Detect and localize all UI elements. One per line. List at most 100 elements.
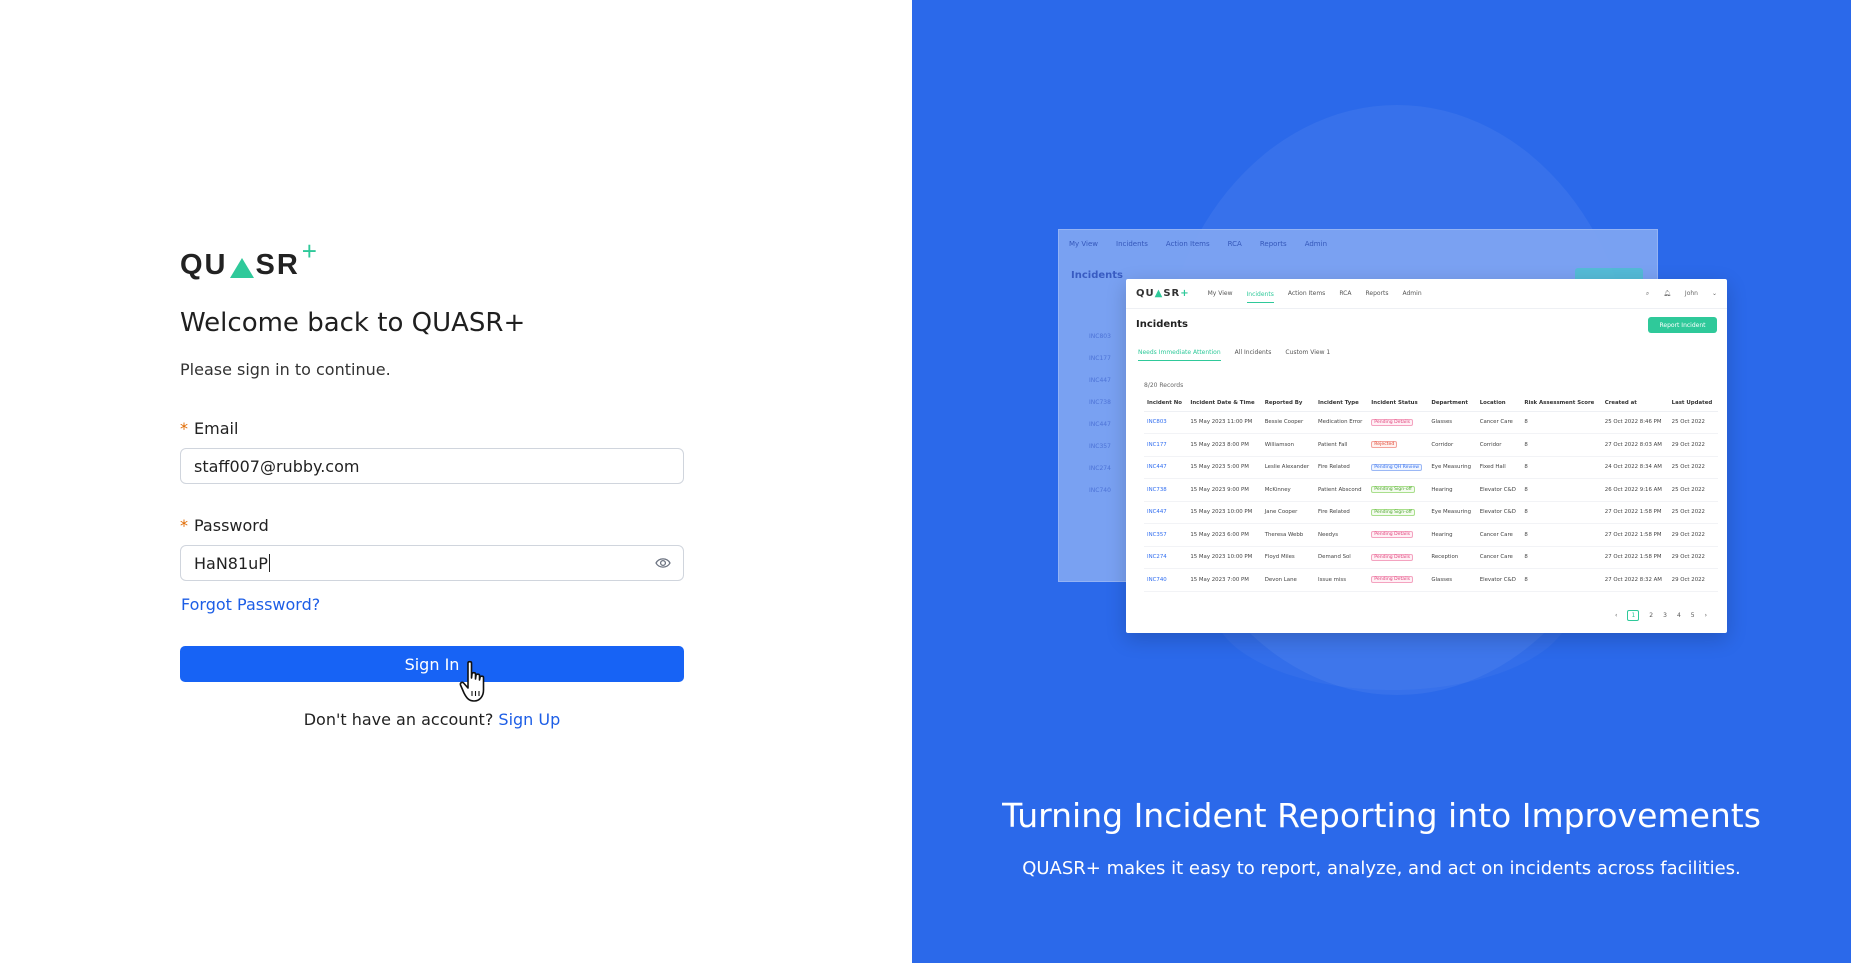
preview-table-row: INC357 15 May 2023 6:00 PM Theresa Webb Nee… bbox=[1144, 523, 1718, 547]
preview-table-row: INC738 15 May 2023 9:00 PM McKinney Patient… bbox=[1144, 478, 1718, 502]
preview-table-cell: 15 May 2023 10:00 PM bbox=[1187, 546, 1262, 569]
preview-table-cell: Glasses bbox=[1428, 411, 1477, 434]
preview-status-badge: Pending Sign-off bbox=[1371, 508, 1415, 516]
preview-table-cell: 15 May 2023 11:00 PM bbox=[1187, 411, 1262, 434]
preview-table-cell: Reception bbox=[1428, 546, 1477, 569]
password-label-text: Password bbox=[194, 516, 269, 535]
preview-screenshot: QU▲SR+ My View Incidents Action Items RCA Re… bbox=[1126, 279, 1727, 633]
preview-status-badge: Pending QH Review bbox=[1371, 463, 1423, 471]
preview-status-badge: Rejected bbox=[1371, 441, 1398, 449]
preview-table-cell: Elevator C&D bbox=[1476, 501, 1522, 524]
preview-column-header: Department bbox=[1428, 395, 1477, 412]
preview-report-button: Report Incident bbox=[1648, 317, 1717, 333]
preview-column-header: Location bbox=[1476, 395, 1522, 412]
preview-nav-item: Admin bbox=[1402, 290, 1422, 297]
preview-back-row: INC447 bbox=[1089, 421, 1111, 428]
preview-table-cell: Fixed Hall bbox=[1476, 456, 1522, 479]
email-field[interactable]: staff007@rubby.com bbox=[180, 448, 684, 484]
preview-table-cell: 26 Oct 2022 9:16 AM bbox=[1601, 478, 1669, 502]
preview-table-cell: 25 Oct 2022 bbox=[1668, 456, 1718, 479]
preview-table-cell: 8 bbox=[1521, 411, 1602, 434]
preview-back-nav-item: Action Items bbox=[1165, 240, 1210, 248]
preview-table-row: INC447 15 May 2023 5:00 PM Leslie Alexande… bbox=[1144, 456, 1718, 479]
preview-back-row: INC177 bbox=[1089, 355, 1111, 362]
logo-text-part1: QU bbox=[180, 249, 228, 281]
sign-in-button[interactable]: Sign In bbox=[180, 646, 684, 702]
preview-table-cell: 25 Oct 2022 bbox=[1668, 478, 1718, 502]
preview-column-header: Reported By bbox=[1261, 395, 1315, 412]
preview-table-cell: Cancer Care bbox=[1476, 411, 1522, 434]
preview-table-cell: Rejected bbox=[1368, 433, 1429, 457]
preview-table-cell: 8 bbox=[1521, 433, 1602, 457]
preview-status-badge: Pending Sign-off bbox=[1371, 486, 1415, 494]
chevron-down-icon: ⌄ bbox=[1711, 289, 1717, 297]
preview-table-cell: Pending Details bbox=[1368, 523, 1429, 547]
preview-table-cell: Fire Related bbox=[1315, 456, 1369, 479]
preview-table-cell: Demand Sol bbox=[1315, 546, 1369, 569]
preview-table-row: INC740 15 May 2023 7:00 PM Devon Lane Issue… bbox=[1144, 568, 1718, 592]
preview-table-cell: 8 bbox=[1521, 456, 1602, 479]
preview-back-row: INC803 bbox=[1089, 333, 1111, 340]
chevron-left-icon: ‹ bbox=[1615, 612, 1618, 619]
preview-table-cell: INC447 bbox=[1144, 501, 1188, 524]
preview-table-cell: 29 Oct 2022 bbox=[1668, 433, 1718, 457]
preview-table-cell: Elevator C&D bbox=[1476, 568, 1522, 592]
search-icon: ⌕ bbox=[1645, 289, 1650, 297]
preview-table-row: INC177 15 May 2023 8:00 PM Williamson Patie… bbox=[1144, 433, 1718, 457]
preview-tab: All Incidents bbox=[1234, 349, 1272, 356]
preview-table-cell: INC738 bbox=[1144, 478, 1188, 502]
preview-table-cell: INC447 bbox=[1144, 456, 1188, 479]
logo-text-part2: SR bbox=[255, 249, 300, 281]
password-field[interactable]: HaN81uP bbox=[180, 545, 684, 581]
preview-table-cell: 29 Oct 2022 bbox=[1668, 523, 1718, 547]
preview-nav-item: Action Items bbox=[1287, 290, 1326, 297]
preview-table-cell: Needys bbox=[1315, 523, 1369, 547]
preview-table-cell: INC357 bbox=[1144, 523, 1188, 547]
logo-plus-icon: + bbox=[301, 236, 319, 266]
preview-table-cell: Corridor bbox=[1428, 433, 1477, 457]
preview-title: Incidents bbox=[1136, 319, 1188, 330]
preview-table-cell: 15 May 2023 9:00 PM bbox=[1187, 478, 1262, 502]
preview-table-row: INC274 15 May 2023 10:00 PM Floyd Miles Dem… bbox=[1144, 546, 1718, 569]
password-label: * Password bbox=[180, 516, 684, 535]
preview-pagination: ‹ 1 2 3 4 5 › bbox=[1615, 610, 1707, 621]
preview-nav-item: RCA bbox=[1339, 290, 1352, 297]
sign-in-label: Sign In bbox=[404, 654, 460, 674]
signup-row: Don't have an account? Sign Up bbox=[180, 710, 684, 729]
preview-table-row: INC447 15 May 2023 10:00 PM Jane Cooper Fir… bbox=[1144, 501, 1718, 524]
preview-page-number: 5 bbox=[1690, 612, 1695, 619]
preview-nav-item: Incidents bbox=[1246, 291, 1274, 303]
preview-back-nav-item: RCA bbox=[1227, 240, 1242, 248]
preview-back-nav-item: Incidents bbox=[1116, 240, 1148, 248]
preview-page-number: 1 bbox=[1627, 610, 1640, 621]
preview-table-cell: Hearing bbox=[1428, 478, 1477, 502]
preview-nav-right: ⌕ 🔔︎ John ⌄ bbox=[1646, 290, 1717, 298]
preview-table-cell: INC177 bbox=[1144, 433, 1188, 457]
email-label: * Email bbox=[180, 419, 684, 438]
preview-record-count: 8/20 Records bbox=[1144, 382, 1184, 389]
preview-table-cell: Pending Details bbox=[1368, 411, 1429, 434]
preview-table-cell: Pending Details bbox=[1368, 546, 1429, 569]
preview-back-nav-item: Reports bbox=[1259, 240, 1287, 248]
password-value: HaN81uP bbox=[194, 553, 268, 573]
forgot-password-link[interactable]: Forgot Password? bbox=[181, 595, 320, 614]
preview-table-cell: 8 bbox=[1521, 501, 1602, 524]
preview-table-cell: INC740 bbox=[1144, 568, 1188, 592]
preview-column-header: Incident No bbox=[1144, 395, 1188, 412]
preview-table-cell: Theresa Webb bbox=[1261, 523, 1315, 547]
preview-table-row: INC803 15 May 2023 11:00 PM Bessie Cooper M… bbox=[1144, 411, 1718, 434]
preview-table-cell: 25 Oct 2022 8:46 PM bbox=[1601, 411, 1669, 434]
promo-title: Turning Incident Reporting into Improvem… bbox=[1002, 796, 1761, 835]
preview-table: Incident No Incident Date & Time Reported … bbox=[1144, 395, 1718, 592]
preview-column-header: Incident Type bbox=[1315, 395, 1369, 412]
preview-back-nav-item: Admin bbox=[1304, 240, 1328, 248]
sign-up-link[interactable]: Sign Up bbox=[498, 710, 560, 729]
preview-table-cell: INC274 bbox=[1144, 546, 1188, 569]
preview-table-cell: Bessie Cooper bbox=[1261, 411, 1315, 434]
preview-table-cell: 8 bbox=[1521, 523, 1602, 547]
eye-icon[interactable] bbox=[655, 556, 671, 570]
page-title: Welcome back to QUASR+ bbox=[180, 308, 526, 338]
preview-tab: Needs Immediate Attention bbox=[1138, 349, 1221, 361]
preview-tabs: Needs Immediate Attention All Incidents Cu… bbox=[1138, 349, 1330, 361]
login-form: QU SR + Welcome back to QUASR+ Please si… bbox=[180, 236, 684, 729]
